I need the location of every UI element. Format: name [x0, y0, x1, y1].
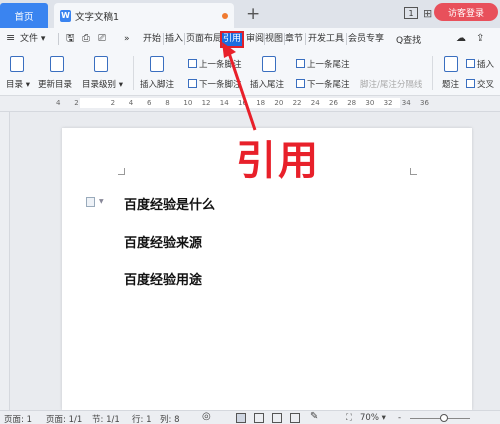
tab-developer[interactable]: 开发工具 [308, 32, 344, 46]
footnote-separator-button[interactable]: 脚注/尾注分隔线 [360, 78, 422, 90]
update-toc-icon[interactable] [50, 56, 64, 72]
ruler-tick-label: 36 [420, 99, 429, 107]
insert-footnote-icon[interactable] [150, 56, 164, 72]
export-pdf-icon[interactable]: ⎙ [82, 32, 90, 46]
ruler-tick-label: 4 [128, 99, 134, 107]
tab-home[interactable]: 首页 [0, 3, 48, 28]
prev-endnote-button[interactable]: 上一条尾注 [307, 58, 350, 70]
tab-document[interactable]: W 文字文稿1 [54, 3, 234, 28]
word-doc-icon: W [60, 9, 71, 22]
focus-mode-icon[interactable]: ◎ [202, 411, 211, 422]
hamburger-icon[interactable]: ≡ [6, 31, 15, 45]
ruler-tick-label: 6 [147, 99, 152, 107]
toc-label: 目录 [6, 80, 24, 90]
pen-icon[interactable]: ✎ [310, 411, 318, 422]
zoom-slider-handle[interactable] [440, 414, 448, 422]
status-section[interactable]: 节: 1/1 [92, 413, 120, 424]
new-tab-button[interactable]: + [246, 4, 260, 24]
margin-corner-top-left [118, 168, 125, 175]
outline-view-icon[interactable] [254, 413, 264, 423]
ruler-tick-label: 28 [347, 99, 357, 107]
title-bar: 首页 W 文字文稿1 + 1 ⊞ 访客登录 [0, 0, 500, 28]
ruler-tick-label: 10 [183, 99, 193, 107]
menu-file-label: 文件 [20, 34, 39, 44]
ruler-tick-label: 2 [74, 99, 79, 107]
tab-chapter[interactable]: 章节 [285, 32, 303, 46]
next-endnote-icon [296, 79, 305, 88]
ruler-tick-label: 24 [310, 99, 320, 107]
margin-corner-top-right [410, 168, 417, 175]
status-bar: 页面: 1 页面: 1/1 节: 1/1 行: 1 列: 8 ◎ ✎ ⛶ 70%… [0, 410, 500, 424]
ruler-tick-label: 2 [110, 99, 116, 107]
next-endnote-button[interactable]: 下一条尾注 [307, 78, 350, 90]
window-count-badge[interactable]: 1 [404, 7, 418, 19]
caption-icon[interactable] [444, 56, 458, 72]
menu-divider [305, 33, 306, 45]
reading-view-icon[interactable] [272, 413, 282, 423]
insert-footnote-button[interactable]: 插入脚注 [140, 78, 174, 90]
print-icon[interactable]: ⎚ [98, 32, 106, 46]
status-page[interactable]: 页面: 1 [4, 413, 32, 424]
annotation-arrow [222, 42, 257, 131]
more-icon[interactable]: » [124, 32, 130, 46]
menu-divider [58, 33, 59, 45]
ruler-tick-label: 32 [383, 99, 393, 107]
ruler-tick-label: 8 [165, 99, 170, 107]
prev-footnote-icon [188, 59, 197, 68]
ribbon-divider [133, 56, 134, 90]
cross-ref-button[interactable]: 交叉 [477, 78, 494, 90]
cross-ref-icon [466, 79, 475, 88]
ruler-tick-label: 34 [401, 99, 411, 107]
insert-icon [466, 59, 475, 68]
ribbon-divider [432, 56, 433, 90]
ruler-tick-label: 26 [329, 99, 338, 107]
next-footnote-icon [188, 79, 197, 88]
heading-2[interactable]: 百度经验来源 [124, 232, 202, 251]
save-icon[interactable]: 🖫 [66, 32, 75, 46]
toc-level-button[interactable]: 目录级别 ▾ [82, 78, 123, 90]
prev-endnote-icon [296, 59, 305, 68]
share-icon[interactable]: ⇪ [476, 32, 484, 46]
tab-home-label: 首页 [14, 11, 34, 23]
toc-level-icon[interactable] [94, 56, 108, 72]
heading-1[interactable]: 百度经验是什么 [124, 194, 215, 213]
update-toc-button[interactable]: 更新目录 [38, 78, 72, 90]
ruler-tick-label: 4 [56, 99, 61, 107]
tab-insert[interactable]: 插入 [165, 32, 183, 46]
grid-icon[interactable]: ⊞ [423, 7, 432, 20]
page-view-icon[interactable] [236, 413, 246, 423]
status-row[interactable]: 行: 1 [132, 413, 151, 424]
search-button[interactable]: Q查找 [396, 33, 421, 46]
ruler-tick-label: 22 [292, 99, 302, 107]
toc-level-label: 目录级别 [82, 80, 117, 90]
login-button[interactable]: 访客登录 [434, 3, 498, 21]
menu-divider [184, 33, 185, 45]
zoom-out-button[interactable]: - [398, 413, 401, 423]
zoom-level[interactable]: 70% ▾ [360, 413, 386, 423]
zoom-value: 70% [360, 413, 379, 423]
menu-divider [346, 33, 347, 45]
ruler-tick-label: 30 [365, 99, 375, 107]
annotation-callout: 引用 [236, 138, 320, 184]
tab-start[interactable]: 开始 [143, 32, 161, 46]
tab-document-label: 文字文稿1 [75, 11, 120, 23]
status-col[interactable]: 列: 8 [160, 413, 179, 424]
cloud-icon[interactable]: ☁ [456, 32, 466, 46]
menu-divider [163, 33, 164, 45]
status-pages[interactable]: 页面: 1/1 [46, 413, 82, 424]
paragraph-handle-icon[interactable] [86, 197, 95, 207]
vertical-ruler[interactable] [0, 112, 10, 410]
toc-icon[interactable] [10, 56, 24, 72]
toc-button[interactable]: 目录 ▾ [6, 78, 30, 90]
heading-3[interactable]: 百度经验用途 [124, 269, 202, 288]
ruler-tick-label: 20 [274, 99, 284, 107]
insert-button[interactable]: 插入 [477, 58, 494, 70]
web-view-icon[interactable] [290, 413, 300, 423]
caption-button[interactable]: 题注 [442, 78, 459, 90]
fit-page-icon[interactable]: ⛶ [346, 413, 352, 423]
tab-member[interactable]: 会员专享 [348, 32, 384, 46]
chevron-down-icon: ▼ [99, 198, 104, 205]
menu-file[interactable]: 文件 ▾ [20, 32, 45, 46]
unsaved-dot-icon [222, 13, 228, 19]
